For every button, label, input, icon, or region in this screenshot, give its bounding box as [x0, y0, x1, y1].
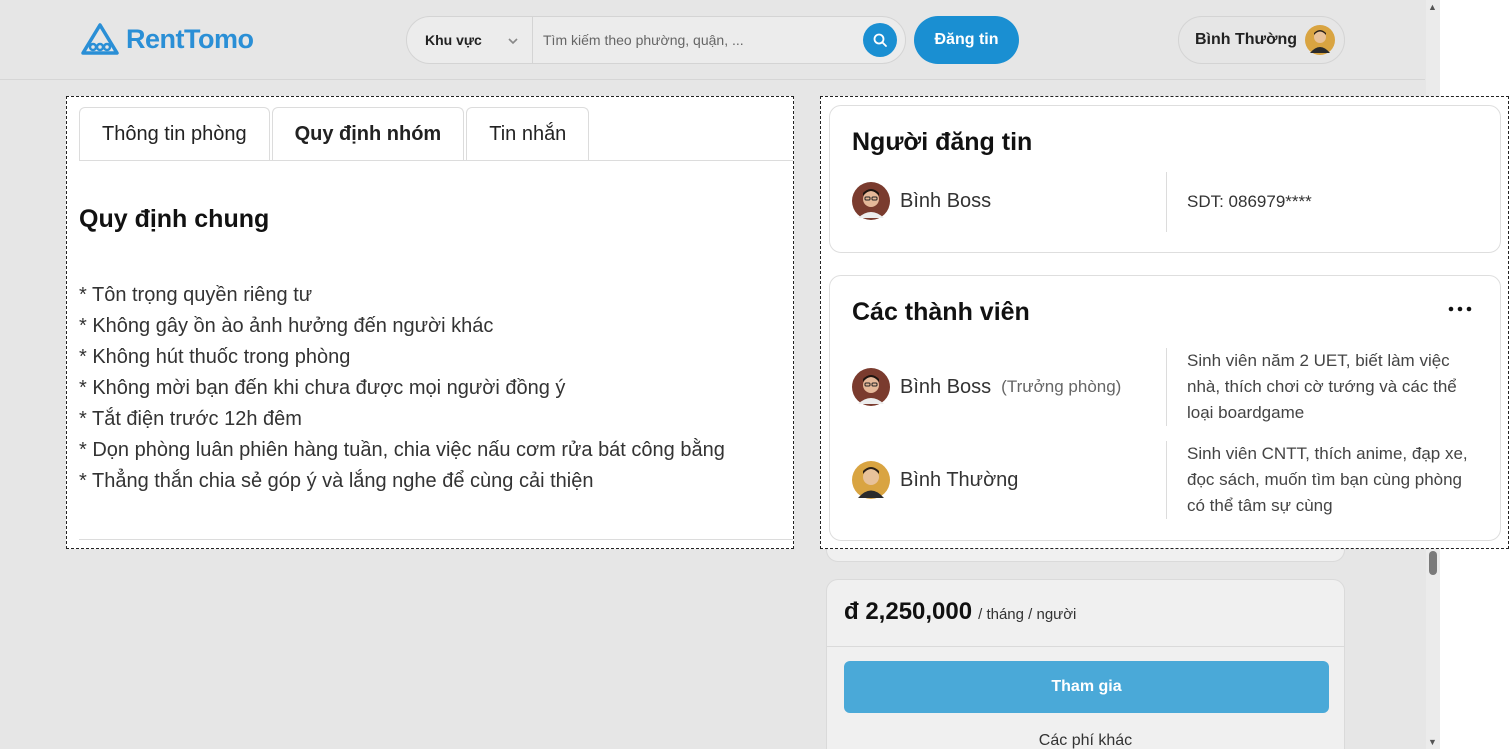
- more-options-icon[interactable]: [1448, 304, 1472, 314]
- poster-title: Người đăng tin: [852, 128, 1033, 156]
- rule-item: * Dọn phòng luân phiên hàng tuần, chia v…: [79, 439, 725, 461]
- rules-list: * Tôn trọng quyền riêng tư * Không gây ồ…: [79, 280, 725, 497]
- logo-text: RentTomo: [126, 23, 254, 54]
- rule-item: * Không hút thuốc trong phòng: [79, 346, 351, 368]
- search-input[interactable]: [533, 17, 863, 63]
- poster-person[interactable]: Bình Boss: [852, 182, 991, 220]
- divider: [1166, 441, 1167, 519]
- region-label: Khu vực: [425, 32, 482, 48]
- poster-card: Người đăng tin Bình Boss SDT: 086979****: [829, 105, 1501, 253]
- other-fees-link[interactable]: Các phí khác: [827, 732, 1344, 749]
- member-row-1[interactable]: Bình Boss (Trưởng phòng): [852, 368, 1121, 406]
- logo[interactable]: RentTomo: [80, 22, 254, 56]
- price-amount: đ 2,250,000: [844, 598, 973, 625]
- divider: [1166, 172, 1167, 232]
- rule-item: * Tôn trọng quyền riêng tư: [79, 284, 313, 306]
- chevron-down-icon: [508, 38, 518, 45]
- scroll-up-icon[interactable]: ▲: [1428, 2, 1437, 12]
- panel-divider: [79, 539, 793, 540]
- member-row-2[interactable]: Bình Thường: [852, 461, 1018, 499]
- rule-item: * Không gây ồn ào ảnh hưởng đến người kh…: [79, 315, 494, 337]
- price-line: đ 2,250,000 / tháng / người: [844, 598, 1076, 626]
- scroll-down-icon[interactable]: ▼: [1428, 737, 1437, 747]
- poster-phone: SDT: 086979****: [1187, 192, 1312, 211]
- user-name: Bình Thường: [1195, 31, 1298, 48]
- divider: [1166, 348, 1167, 426]
- join-button[interactable]: Tham gia: [844, 661, 1329, 713]
- people-panel: Người đăng tin Bình Boss SDT: 086979****…: [820, 96, 1509, 549]
- avatar: [1305, 25, 1336, 55]
- members-card: Các thành viên Bình Boss (Trưởng phòng) …: [829, 275, 1501, 541]
- tab-group-rules[interactable]: Quy định nhóm: [271, 107, 465, 161]
- search-icon: [873, 33, 887, 47]
- tab-divider: [79, 160, 793, 161]
- member-bio: Sinh viên CNTT, thích anime, đạp xe, đọc…: [1187, 444, 1468, 515]
- search-button[interactable]: [863, 23, 897, 57]
- member-name: Bình Boss: [900, 375, 992, 398]
- price-card: đ 2,250,000 / tháng / người Tham gia Các…: [826, 579, 1345, 749]
- user-menu[interactable]: Bình Thường: [1178, 16, 1345, 64]
- tab-bar: Thông tin phòng Quy định nhóm Tin nhắn: [79, 107, 591, 161]
- avatar: [852, 368, 890, 406]
- rule-item: * Tắt điện trước 12h đêm: [79, 408, 302, 430]
- avatar: [852, 461, 890, 499]
- rules-title: Quy định chung: [79, 205, 270, 233]
- tab-room-info[interactable]: Thông tin phòng: [79, 107, 270, 161]
- room-tabs-panel: Thông tin phòng Quy định nhóm Tin nhắn Q…: [66, 96, 794, 549]
- members-title: Các thành viên: [852, 298, 1030, 326]
- avatar: [852, 182, 890, 220]
- tab-messages[interactable]: Tin nhắn: [466, 107, 590, 161]
- search-bar: Khu vực: [406, 16, 906, 64]
- top-header: RentTomo Khu vực Đăng tin Bình Thường: [0, 0, 1425, 80]
- rule-item: * Không mời bạn đến khi chưa được mọi ng…: [79, 377, 566, 399]
- member-name: Bình Thường: [900, 468, 1019, 491]
- member-role: (Trưởng phòng): [1001, 377, 1122, 396]
- logo-icon: [81, 23, 119, 55]
- member-bio: Sinh viên năm 2 UET, biết làm việc nhà, …: [1187, 351, 1457, 422]
- divider: [827, 646, 1344, 647]
- region-select[interactable]: Khu vực: [407, 17, 533, 63]
- price-unit: / tháng / người: [978, 606, 1077, 623]
- scroll-thumb[interactable]: [1429, 551, 1437, 575]
- post-listing-button[interactable]: Đăng tin: [914, 16, 1019, 64]
- poster-name: Bình Boss: [900, 189, 992, 212]
- rule-item: * Thẳng thắn chia sẻ góp ý và lắng nghe …: [79, 470, 594, 492]
